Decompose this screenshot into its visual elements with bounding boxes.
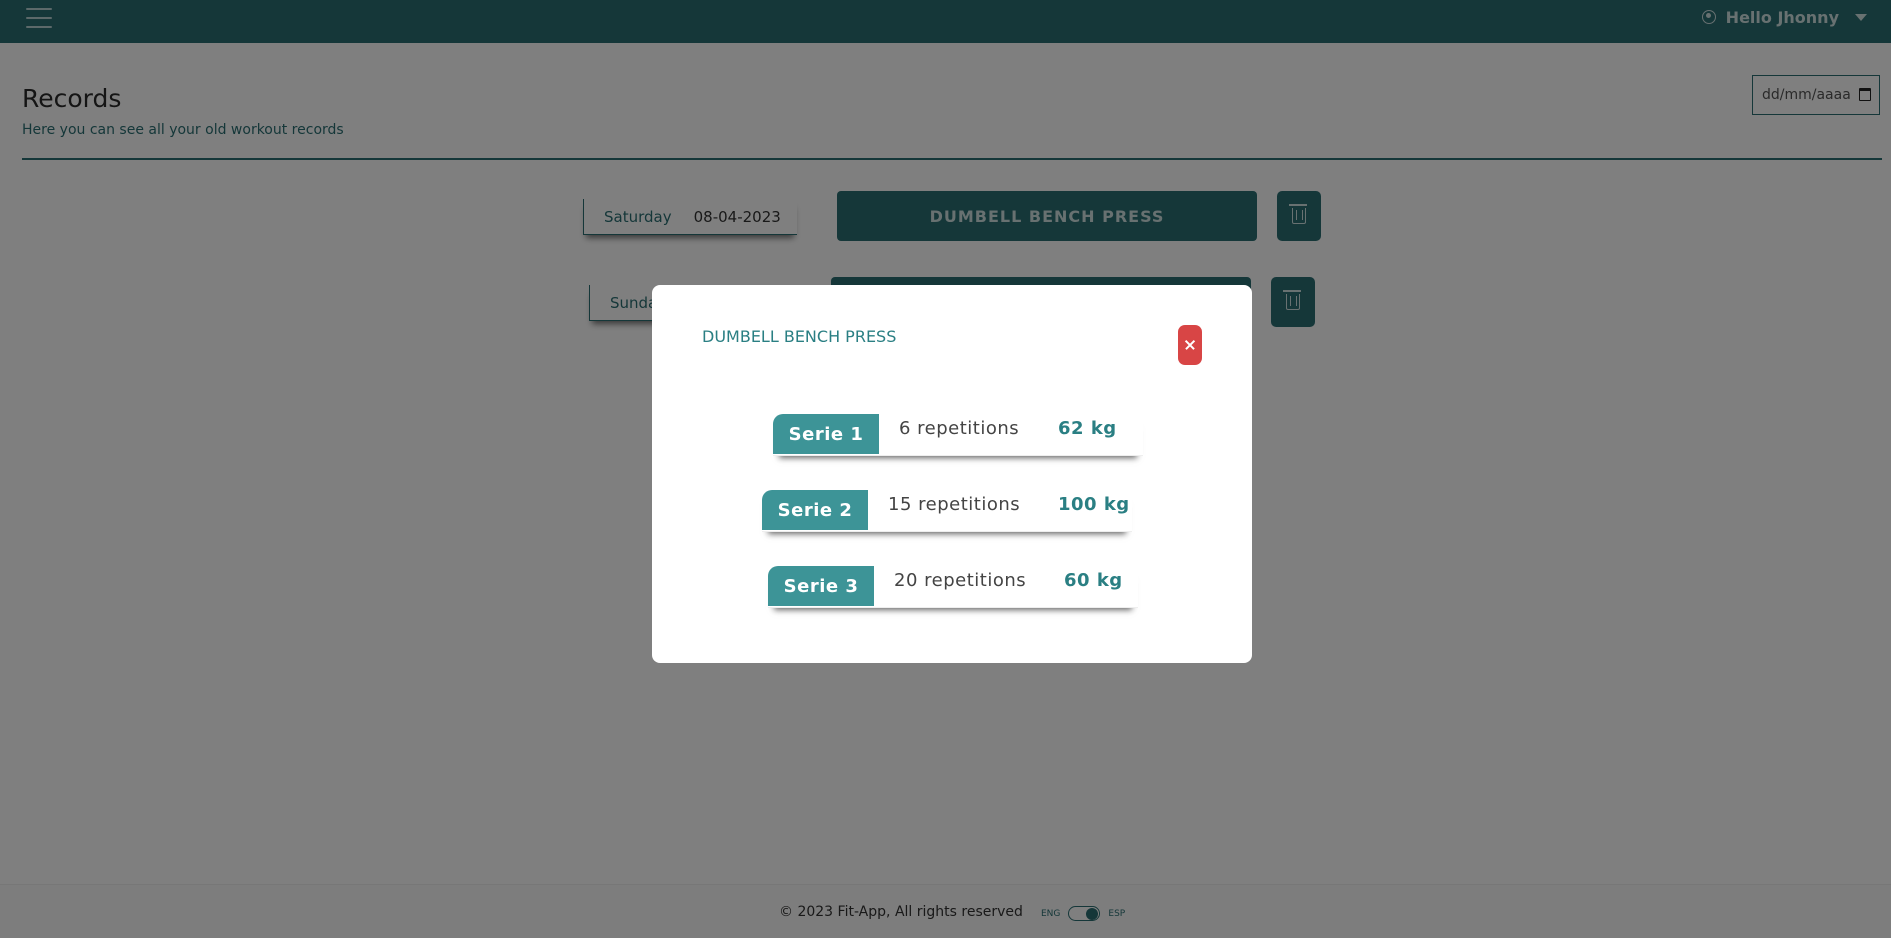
serie-repetitions: 6 repetitions <box>899 418 1020 439</box>
serie-label: Serie 3 <box>768 566 874 606</box>
serie-repetitions: 15 repetitions <box>888 494 1021 515</box>
serie-row: Serie 1 6 repetitions 62 kg <box>773 414 1143 456</box>
serie-label: Serie 1 <box>773 414 879 454</box>
serie-repetitions: 20 repetitions <box>894 570 1027 591</box>
modal-title: DUMBELL BENCH PRESS <box>702 327 897 346</box>
exercise-detail-modal: DUMBELL BENCH PRESS Serie 1 6 repetition… <box>652 285 1252 663</box>
serie-row: Serie 2 15 repetitions 100 kg <box>762 490 1132 532</box>
serie-weight: 62 kg <box>1058 418 1117 439</box>
serie-label: Serie 2 <box>762 490 868 530</box>
serie-weight: 100 kg <box>1058 494 1130 515</box>
serie-row: Serie 3 20 repetitions 60 kg <box>768 566 1138 608</box>
close-icon[interactable] <box>1178 325 1202 365</box>
serie-weight: 60 kg <box>1064 570 1123 591</box>
